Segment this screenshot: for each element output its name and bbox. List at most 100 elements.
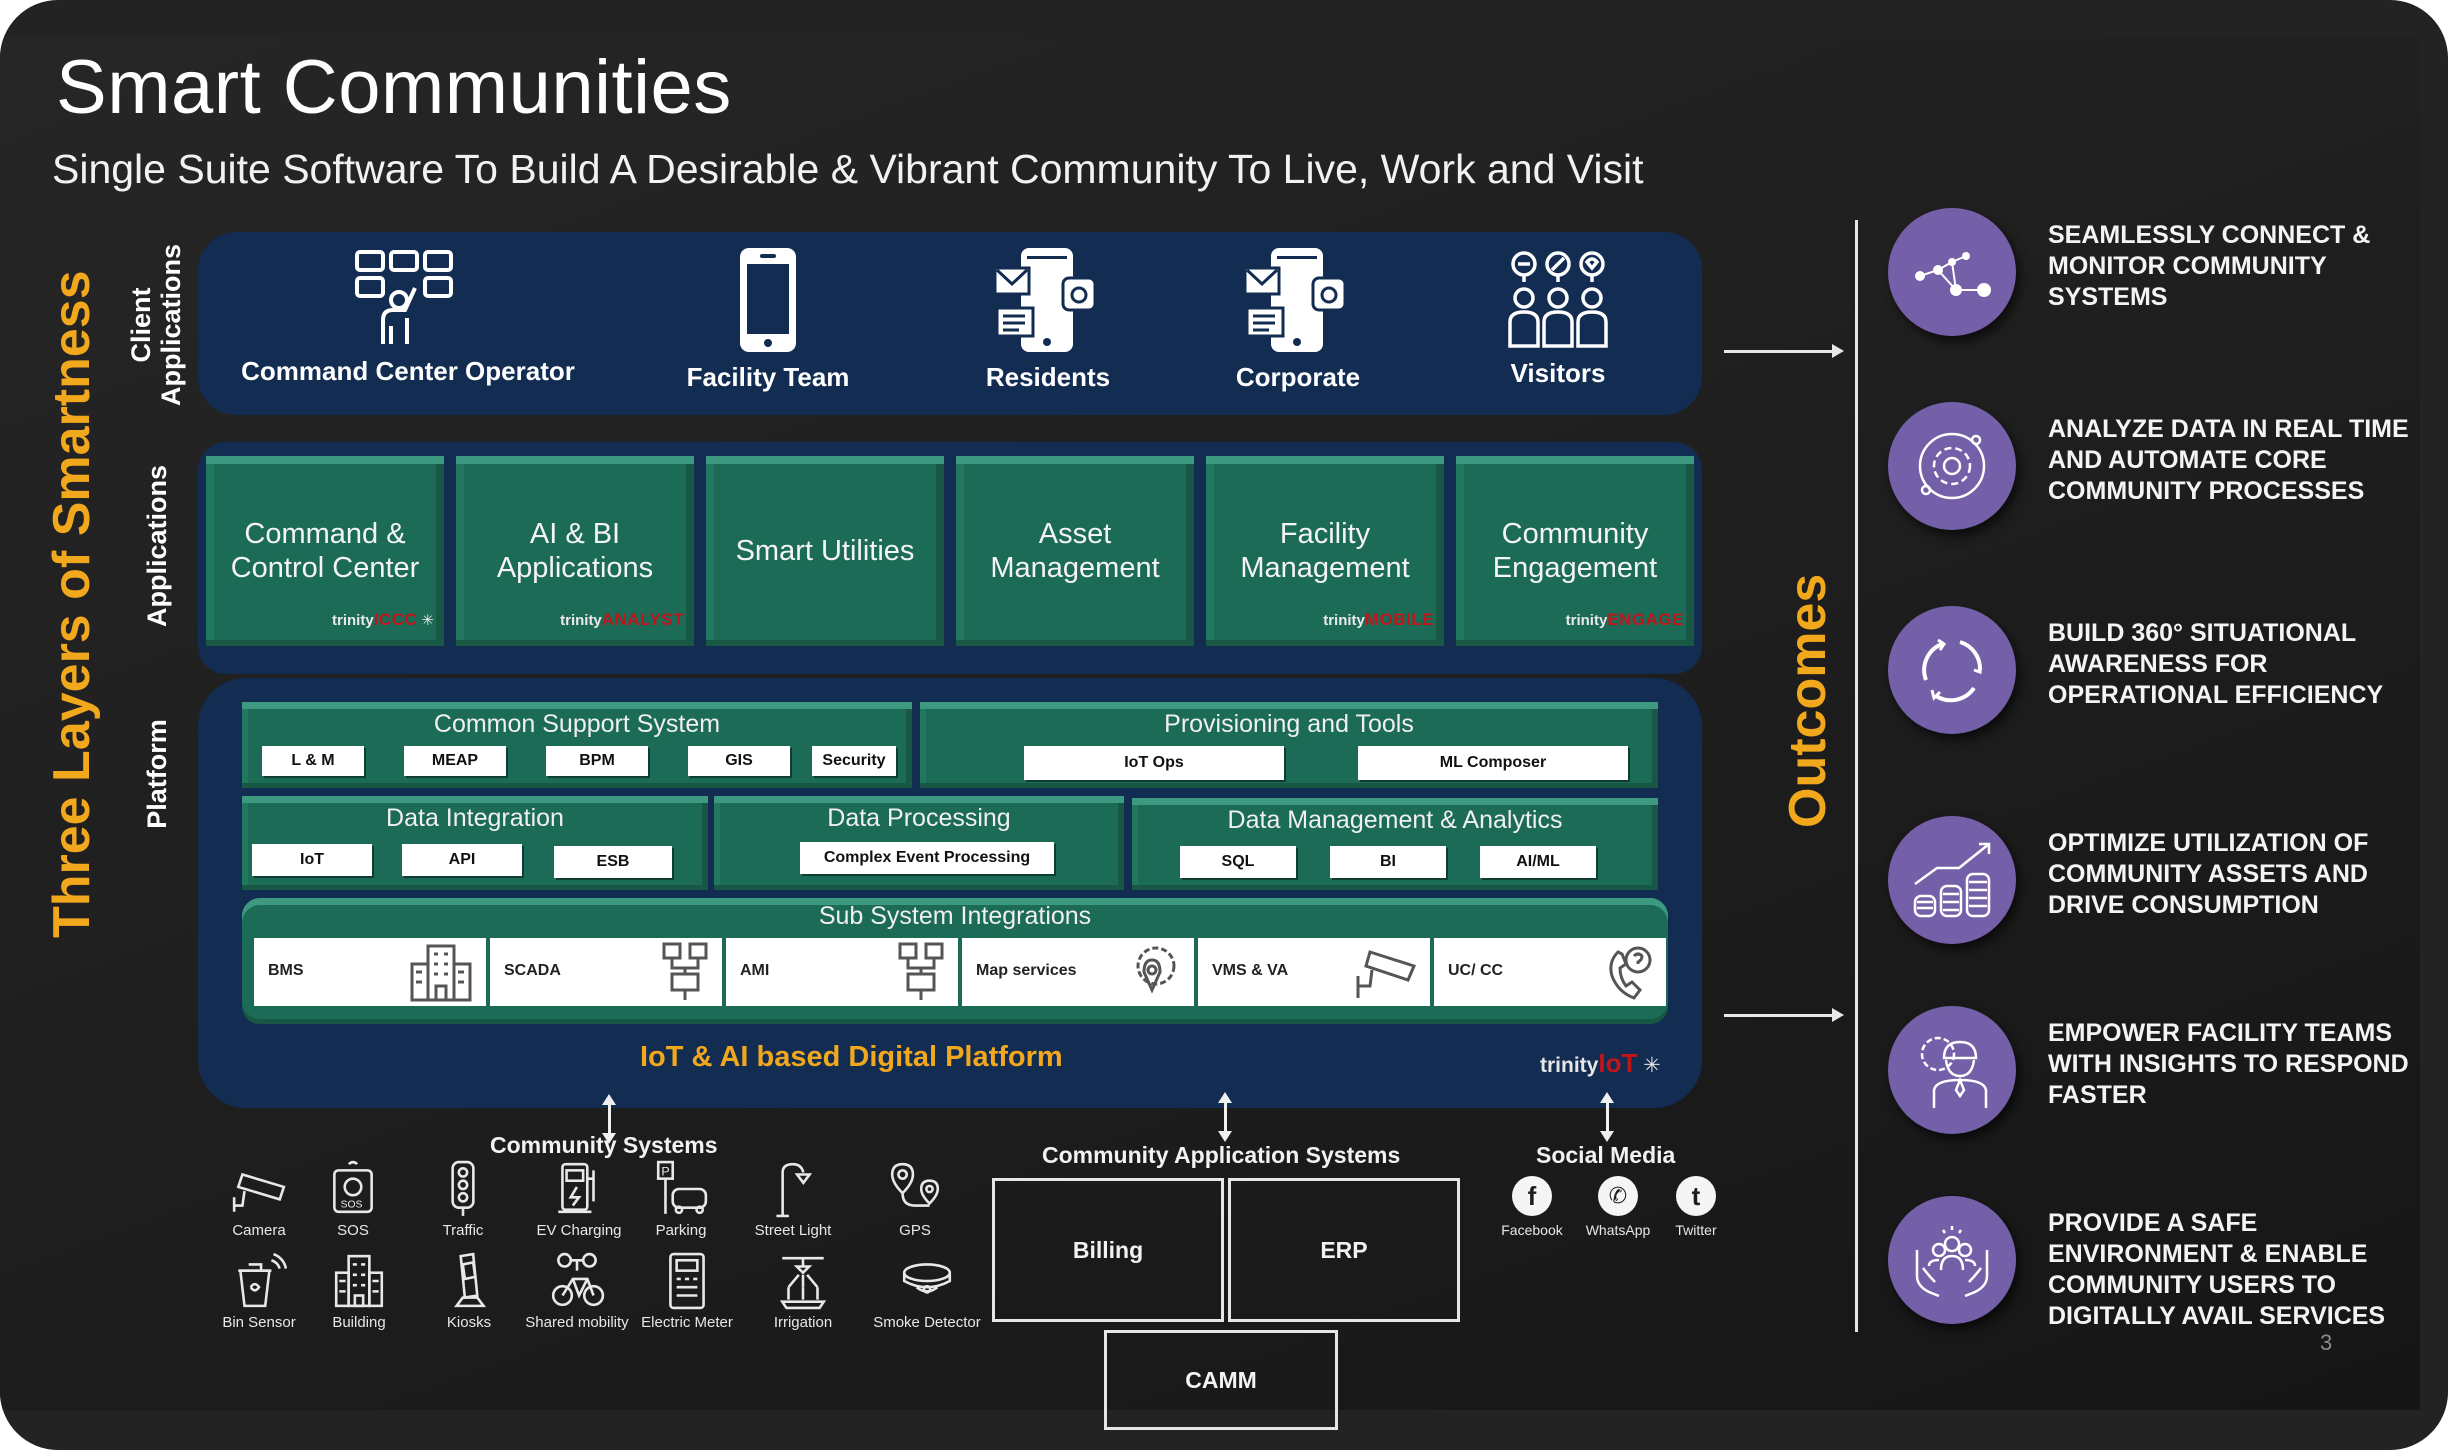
bin-sensor-icon [238,1252,287,1308]
chip-bi[interactable]: BI [1330,846,1446,878]
community-system-ev-charging[interactable]: EV Charging [524,1160,634,1239]
block-title: Common Support System [433,710,721,738]
camm-box[interactable]: CAMM [1104,1330,1338,1430]
app-line2: Management [1240,552,1410,584]
client-app-visitors[interactable]: Visitors [1428,232,1688,415]
refresh-cycle-icon [1888,606,2016,734]
social-label: WhatsApp [1585,1222,1651,1238]
outcomes-divider [1855,220,1858,1332]
chip-complex-event-processing[interactable]: Complex Event Processing [800,842,1054,874]
chip-bpm[interactable]: BPM [546,746,648,776]
subsystem-uc-cc[interactable]: UC/ CC [1434,938,1666,1006]
phone-icon [1609,946,1652,1000]
app-line1: AI & BI [529,518,621,550]
app-tile-community-engagement[interactable]: Community Engagement trinityENGAGE [1456,456,1694,646]
community-system-sos[interactable]: SOS SOS [298,1160,408,1239]
ev-charger-icon [558,1162,595,1214]
smartphone-icon [740,248,796,352]
app-line2: Management [990,552,1160,584]
app-tile-smart-utilities[interactable]: Smart Utilities [706,456,944,646]
app-tile-facility-management[interactable]: Facility Management trinityMOBILE [1206,456,1444,646]
client-app-label: Command Center Operator [241,356,575,386]
community-system-electric-meter[interactable]: Electric Meter [632,1252,742,1331]
community-system-label: Street Light [754,1222,832,1239]
app-tile-command-control-center[interactable]: Command & Control Center trinityICCC ✳ [206,456,444,646]
chip-ai-ml[interactable]: AI/ML [1480,846,1596,878]
chip-security[interactable]: Security [812,746,896,776]
sub-system-integrations: Sub System Integrations BMS SCADA AMI Ma… [242,898,1668,1024]
platform-label: Platform [142,719,172,829]
client-applications-label: Client Applications [126,240,186,410]
community-system-gps[interactable]: GPS [860,1160,970,1239]
community-system-shared-mobility[interactable]: Shared mobility [522,1252,632,1331]
network-nodes-icon [898,942,944,1000]
chip-gis[interactable]: GIS [688,746,790,776]
outcome-text: OPTIMIZE UTILIZATION OF COMMUNITY ASSETS… [2048,829,2369,919]
client-app-corporate[interactable]: Corporate [1168,232,1428,415]
billing-box[interactable]: Billing [992,1178,1224,1322]
network-graph-icon [1888,208,2016,336]
community-system-building[interactable]: Building [304,1252,414,1331]
chip-ml-composer[interactable]: ML Composer [1358,746,1628,780]
parking-icon: P [656,1160,708,1215]
subsystem-map-services[interactable]: Map services [962,938,1194,1006]
arrow-community-app-systems [1218,1092,1232,1142]
twitter-icon: t [1676,1176,1716,1216]
client-app-facility-team[interactable]: Facility Team [638,232,898,415]
subsystem-ami[interactable]: AMI [726,938,958,1006]
chip-iot[interactable]: IoT [252,844,372,876]
chip-iot-ops[interactable]: IoT Ops [1024,746,1284,780]
client-applications-bar: Command Center Operator Facility Team Re… [198,232,1702,415]
visitors-group-icon [1508,251,1608,348]
subsystem-vms-va[interactable]: VMS & VA [1198,938,1430,1006]
provisioning-and-tools: Provisioning and Tools IoT Ops ML Compos… [920,702,1658,788]
building-icon [410,944,472,1002]
social-facebook[interactable]: f Facebook [1492,1176,1572,1238]
subsystem-bms[interactable]: BMS [254,938,486,1006]
outcome-text: SEAMLESSLY CONNECT & MONITOR COMMUNITY S… [2048,221,2371,311]
chip-api[interactable]: API [402,844,522,876]
community-system-traffic[interactable]: Traffic [408,1160,518,1239]
community-system-irrigation[interactable]: Irrigation [748,1252,858,1331]
svg-text:SOS: SOS [341,1200,363,1211]
community-system-label: Building [332,1314,386,1331]
client-app-residents[interactable]: Residents [918,232,1178,415]
community-system-label: GPS [899,1222,931,1239]
client-app-label: Visitors [1510,358,1606,388]
app-tile-asset-management[interactable]: Asset Management [956,456,1194,646]
block-title: Sub System Integrations [818,902,1092,930]
community-system-smoke-detector[interactable]: Smoke Detector [872,1252,982,1331]
arrow-client-to-outcomes [1724,344,1844,358]
client-app-command-center-operator[interactable]: Command Center Operator [218,232,598,415]
trinity-mobile-logo: trinityMOBILE [1323,610,1434,629]
chip-sql[interactable]: SQL [1180,846,1296,878]
subsystem-scada[interactable]: SCADA [490,938,722,1006]
community-system-parking[interactable]: P Parking [626,1160,736,1239]
community-system-label: SOS [337,1222,369,1239]
block-title: Data Management & Analytics [1227,806,1563,834]
outcomes-label: Outcomes [1779,573,1837,828]
community-system-kiosks[interactable]: Kiosks [414,1252,524,1331]
chip-esb[interactable]: ESB [554,846,672,878]
street-light-icon [776,1162,813,1218]
block-title: Data Processing [827,804,1011,832]
page-number: 3 [2320,1330,2333,1355]
social-whatsapp[interactable]: ✆ WhatsApp [1578,1176,1658,1238]
svg-text:P: P [661,1165,669,1179]
smoke-detector-icon [902,1263,952,1294]
common-support-system: Common Support System L & M MEAP BPM GIS… [242,702,912,788]
community-system-bin-sensor[interactable]: Bin Sensor [204,1252,314,1331]
social-label: Twitter [1675,1222,1717,1238]
erp-box[interactable]: ERP [1228,1178,1460,1322]
app-tile-ai-bi-applications[interactable]: AI & BI Applications trinityANALYST [456,456,694,646]
slide-frame: Smart Communities Single Suite Software … [0,0,2448,1450]
community-system-street-light[interactable]: Street Light [738,1160,848,1239]
data-processing: Data Processing Complex Event Processing [714,796,1124,890]
chip-meap[interactable]: MEAP [404,746,506,776]
data-management-analytics: Data Management & Analytics SQL BI AI/ML [1132,798,1658,890]
social-twitter[interactable]: t Twitter [1656,1176,1736,1238]
community-hands-icon [1888,1196,2016,1324]
chip-l-m[interactable]: L & M [262,746,364,776]
app-line2: Control Center [230,552,420,584]
client-app-label: Facility Team [686,362,850,392]
